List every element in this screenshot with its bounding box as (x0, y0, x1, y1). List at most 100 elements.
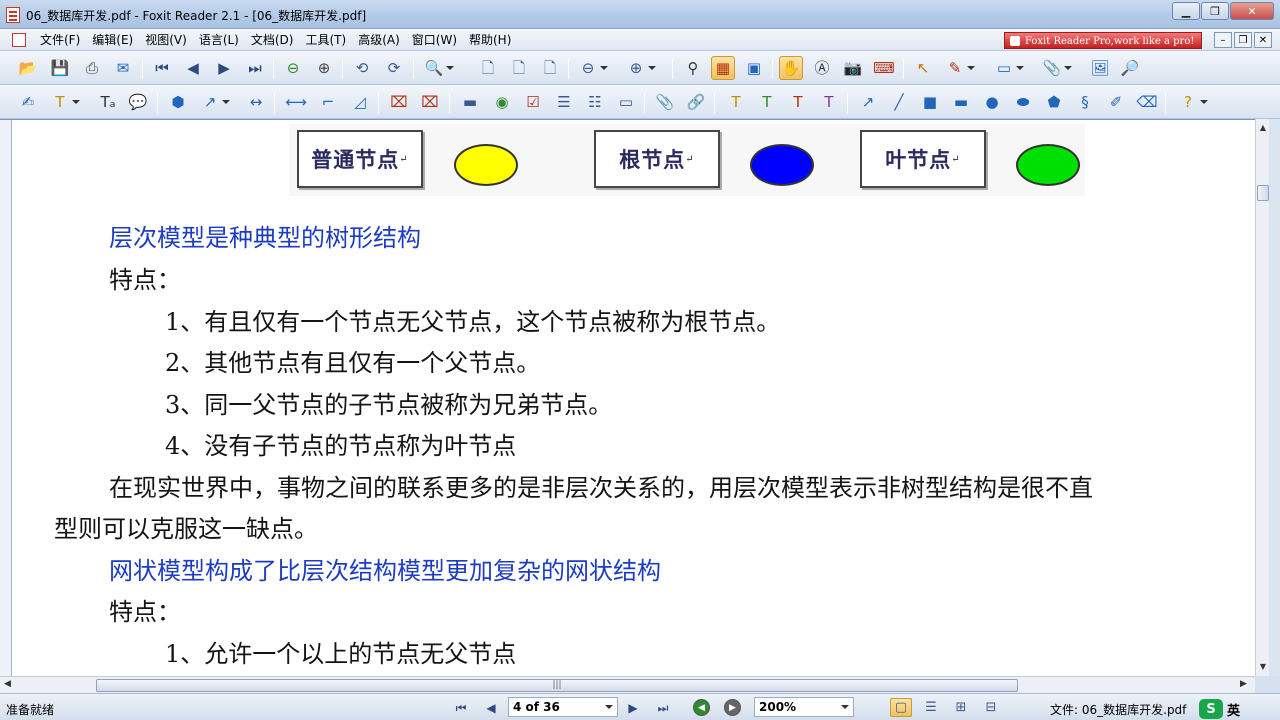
attachment-icon[interactable]: 📎 (1040, 56, 1072, 80)
single-page-icon[interactable]: 🗋 (476, 56, 500, 80)
zoom-in-plus-icon[interactable]: ⊕ (624, 56, 656, 80)
magnifier-icon[interactable]: 🔎 (1118, 56, 1142, 80)
open-icon[interactable]: 📂 (16, 56, 40, 80)
save-icon[interactable]: 💾 (48, 56, 72, 80)
status-previous-page-icon[interactable]: ◀ (482, 699, 500, 717)
menu-edit[interactable]: 编辑(E) (86, 32, 139, 48)
arrow-tool-icon[interactable]: ↗ (198, 90, 230, 114)
scroll-left-icon[interactable]: ◀ (4, 679, 11, 689)
find-icon[interactable]: ⚲ (681, 56, 705, 80)
strikeout-text-icon[interactable]: T (786, 90, 810, 114)
input-method-indicator[interactable]: S 英 (1199, 697, 1280, 720)
rectangle-shape-icon[interactable]: ▬ (949, 90, 973, 114)
erase-tool-icon[interactable]: ⌫ (1135, 90, 1159, 114)
radio-button-icon[interactable]: ◉ (490, 90, 514, 114)
pencil-icon[interactable]: ✎ (943, 56, 975, 80)
menu-advanced[interactable]: 高级(A) (352, 32, 406, 48)
comment-icon[interactable]: 💬 (126, 90, 150, 114)
squiggly-text-icon[interactable]: T (817, 90, 841, 114)
horizontal-scroll-thumb[interactable]: ||| (96, 679, 1018, 692)
list-box-icon[interactable]: ☰ (552, 90, 576, 114)
select-text-icon[interactable]: Ⓐ (810, 56, 834, 80)
distance-icon[interactable]: ⟷ (284, 90, 308, 114)
menu-language[interactable]: 语言(L) (193, 32, 245, 48)
close-button[interactable]: ✕ (1230, 2, 1274, 20)
circle-tool-icon[interactable]: ● (980, 90, 1004, 114)
clear-markup-icon[interactable]: ⌧ (418, 90, 442, 114)
eraser-icon[interactable]: ⌧ (387, 90, 411, 114)
vertical-scrollbar[interactable]: ▲ ▼ (1255, 119, 1269, 676)
typewriter-icon[interactable]: ⌨ (872, 56, 896, 80)
ellipse-tool-icon[interactable]: ⬬ (1011, 90, 1035, 114)
doc-restore-button[interactable]: ❐ (1234, 32, 1252, 48)
attach-link-icon[interactable]: 🔗 (684, 90, 708, 114)
arrow-line-icon[interactable]: ↗ (856, 90, 880, 114)
form-field-icon[interactable]: ▬ (458, 90, 482, 114)
status-forward-icon[interactable]: ▶ (724, 699, 741, 716)
menu-help[interactable]: 帮助(H) (463, 32, 517, 48)
facing-view-icon[interactable]: ⊞ (950, 698, 972, 717)
area-icon[interactable]: ◿ (348, 90, 372, 114)
restore-button[interactable]: ❐ (1201, 2, 1229, 20)
edit-note-icon[interactable]: ✍ (16, 90, 40, 114)
first-page-icon[interactable]: ⏮ (150, 56, 174, 80)
scroll-down-icon[interactable]: ▼ (1258, 662, 1268, 672)
promo-banner[interactable]: Foxit Reader Pro,work like a pro! (1004, 32, 1202, 49)
zoom-in-icon[interactable]: 🔍 (422, 56, 454, 80)
highlight-text-icon[interactable]: T (48, 90, 80, 114)
print-icon[interactable]: ⎙ (80, 56, 104, 80)
cloud-tool-icon[interactable]: § (1073, 90, 1097, 114)
attach-file-icon[interactable]: 📎 (653, 90, 677, 114)
single-page-view-icon[interactable]: ▢ (890, 698, 912, 717)
scroll-up-icon[interactable]: ▲ (1258, 123, 1268, 133)
rectangle-tool-icon[interactable]: ▭ (992, 56, 1024, 80)
text-tool-icon[interactable]: Tₐ (96, 90, 120, 114)
document-icon[interactable] (12, 33, 26, 47)
continuous-facing-view-icon[interactable]: ⊟ (980, 698, 1002, 717)
doc-close-button[interactable]: ✕ (1254, 32, 1272, 48)
continuous-view-icon[interactable]: ☰ (920, 698, 942, 717)
status-next-page-icon[interactable]: ▶ (624, 699, 642, 717)
horizontal-scrollbar[interactable]: ◀ ||| ▶ (0, 676, 1255, 693)
zoom-level-field[interactable]: 200% (754, 697, 854, 717)
rotate-right-icon[interactable]: ⟳ (382, 56, 406, 80)
continuous-page-icon[interactable]: 🗋 (507, 56, 531, 80)
menu-document[interactable]: 文档(D) (245, 32, 300, 48)
navigation-pane-toggle[interactable] (0, 120, 12, 676)
zoom-out-icon[interactable]: ⊖ (576, 56, 608, 80)
facing-page-icon[interactable]: 🗋 (538, 56, 562, 80)
polygon-tool-icon[interactable]: ⬟ (1042, 90, 1066, 114)
pointer-icon[interactable]: ↖ (911, 56, 935, 80)
text-highlight-icon[interactable]: T (724, 90, 748, 114)
email-icon[interactable]: ✉ (111, 56, 135, 80)
menu-tools[interactable]: 工具(T) (299, 32, 352, 48)
thumbnail-panel-icon[interactable]: ▣ (742, 56, 766, 80)
scroll-right-icon[interactable]: ▶ (1240, 679, 1247, 689)
status-first-page-icon[interactable]: ⏮ (452, 699, 470, 717)
hand-tool-icon[interactable]: ✋ (779, 56, 803, 80)
rotate-left-icon[interactable]: ⟲ (350, 56, 374, 80)
bookmark-panel-icon[interactable]: ▦ (711, 56, 735, 80)
help-icon[interactable]: ? (1176, 90, 1208, 114)
dimension-icon[interactable]: ↔ (244, 90, 268, 114)
combo-box-icon[interactable]: ☷ (583, 90, 607, 114)
stamp-icon[interactable]: ⬢ (166, 90, 190, 114)
last-page-icon[interactable]: ⏭ (243, 56, 267, 80)
square-tool-icon[interactable]: ■ (918, 90, 942, 114)
page-number-field[interactable]: 4 of 36 (508, 697, 618, 717)
button-field-icon[interactable]: ▭ (614, 90, 638, 114)
snapshot-icon[interactable]: 📷 (841, 56, 865, 80)
image-icon[interactable]: 🖼 (1088, 56, 1112, 80)
pen-tool-icon[interactable]: ✐ (1104, 90, 1128, 114)
status-back-icon[interactable]: ◀ (693, 699, 710, 716)
go-back-icon[interactable]: ⊖ (281, 56, 305, 80)
document-viewport[interactable]: 普通节点 ↵ 根节点 ↵ 叶节点 ↵ 层次模型是种典型的树形结构 特点： 1、有且仅有… (0, 119, 1280, 676)
menu-window[interactable]: 窗口(W) (406, 32, 463, 48)
doc-minimize-button[interactable]: – (1214, 32, 1232, 48)
status-last-page-icon[interactable]: ⏭ (654, 699, 672, 717)
checkbox-icon[interactable]: ☑ (521, 90, 545, 114)
next-page-icon[interactable]: ▶ (212, 56, 236, 80)
perimeter-icon[interactable]: ⌐ (316, 90, 340, 114)
line-tool-icon[interactable]: ╱ (887, 90, 911, 114)
minimize-button[interactable]: ▁ (1172, 2, 1200, 20)
